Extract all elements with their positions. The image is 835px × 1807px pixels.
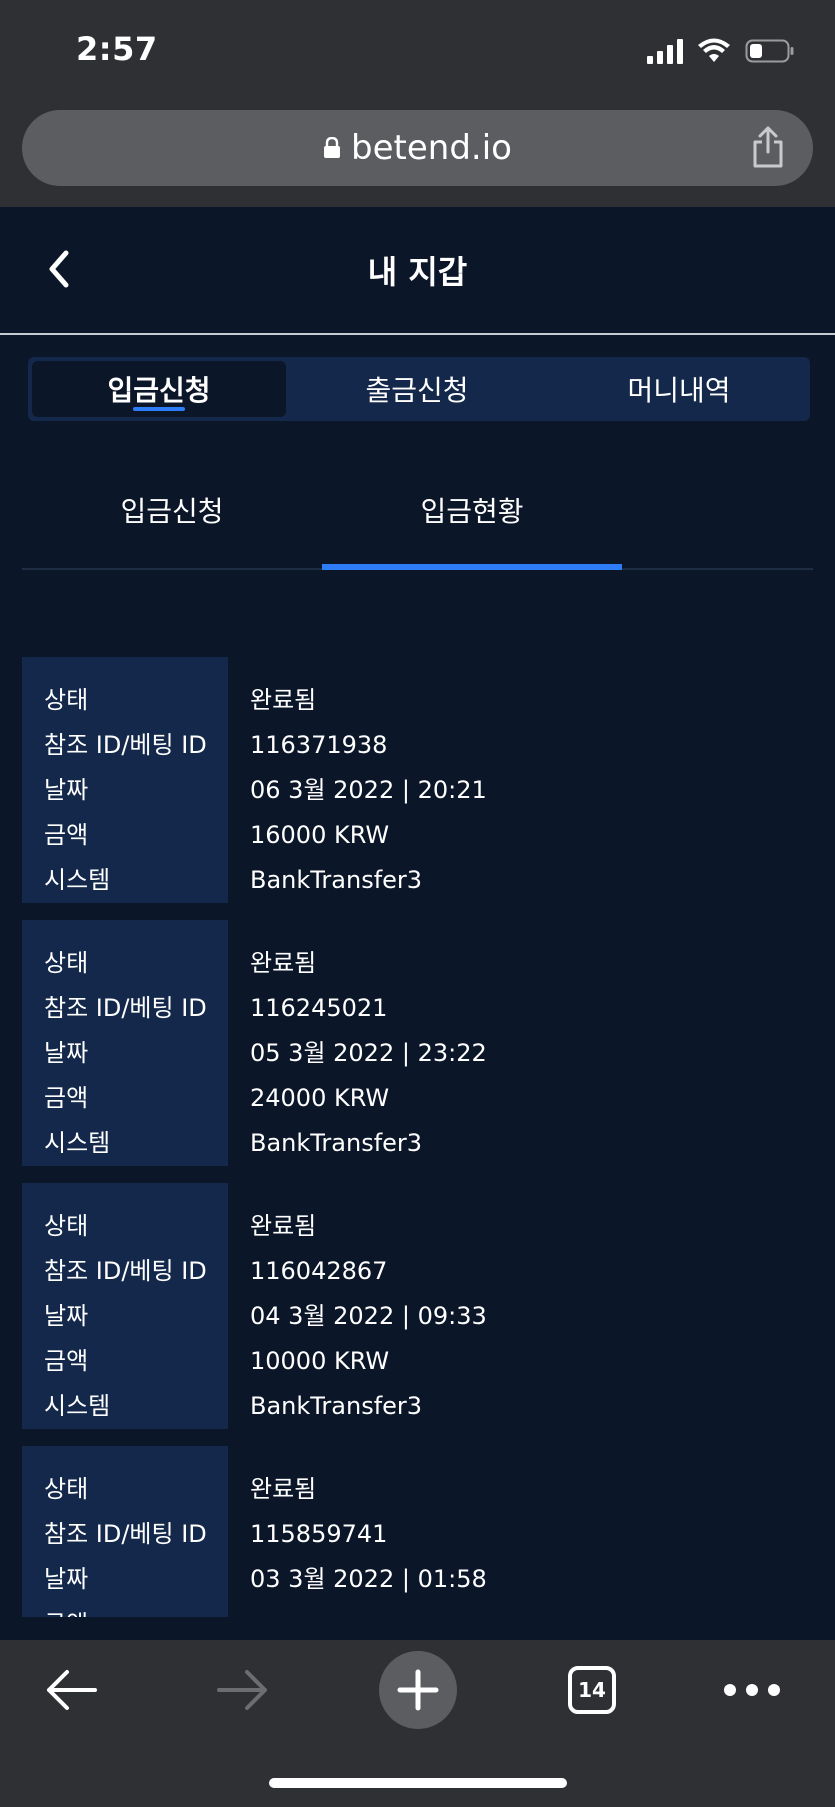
- label-ref-id: 참조 ID/베팅 ID: [44, 994, 207, 1022]
- value-amount: 16000 KRW: [250, 821, 390, 849]
- deposit-card: 상태 참조 ID/베팅 ID 날짜 금액 시스템 완료됨 115859741 0…: [22, 1446, 813, 1617]
- cellular-signal-icon: [647, 38, 683, 64]
- value-date: 03 3월 2022 | 01:58: [250, 1565, 487, 1593]
- url-text-container: betend.io: [22, 110, 813, 186]
- card-labels: 상태 참조 ID/베팅 ID 날짜 금액 시스템: [22, 1446, 228, 1617]
- subtab-deposit-status[interactable]: 입금현황: [322, 480, 622, 570]
- status-time: 2:57: [76, 30, 158, 68]
- value-ref-id: 116042867: [250, 1257, 388, 1285]
- tab-label: 출금신청: [365, 374, 469, 407]
- page-title: 내 지갑: [367, 253, 468, 291]
- label-status: 상태: [44, 1475, 89, 1503]
- browser-forward-button[interactable]: [208, 1640, 278, 1740]
- label-ref-id: 참조 ID/베팅 ID: [44, 1520, 207, 1548]
- deposit-list: 상태 참조 ID/베팅 ID 날짜 금액 시스템 완료됨 116371938 0…: [22, 657, 813, 1617]
- url-bar[interactable]: betend.io: [22, 110, 813, 186]
- lock-icon: [324, 137, 341, 158]
- label-date: 날짜: [44, 1039, 89, 1067]
- value-date: 05 3월 2022 | 23:22: [250, 1039, 487, 1067]
- tabs-count-icon: 14: [568, 1666, 616, 1714]
- subtab-label: 입금현황: [420, 495, 524, 528]
- wifi-icon: [698, 38, 730, 62]
- label-system: 시스템: [44, 1129, 111, 1157]
- tabs-button[interactable]: 14: [566, 1640, 618, 1740]
- value-status: 완료됨: [250, 686, 317, 714]
- plus-icon: [379, 1651, 457, 1729]
- subtab-deposit-request[interactable]: 입금신청: [22, 480, 322, 568]
- value-status: 완료됨: [250, 1475, 317, 1503]
- label-amount: 금액: [44, 1609, 228, 1617]
- card-values: 완료됨 116042867 04 3월 2022 | 09:33 10000 K…: [228, 1183, 487, 1429]
- deposit-card: 상태 참조 ID/베팅 ID 날짜 금액 시스템 완료됨 116042867 0…: [22, 1183, 813, 1429]
- label-status: 상태: [44, 1212, 89, 1240]
- url-text: betend.io: [351, 128, 512, 168]
- value-system: BankTransfer3: [250, 1392, 423, 1420]
- label-status: 상태: [44, 686, 89, 714]
- active-subtab-indicator: [322, 564, 622, 570]
- tab-label: 입금신청: [107, 374, 211, 407]
- home-indicator: [269, 1778, 567, 1788]
- new-tab-button[interactable]: [378, 1640, 458, 1740]
- label-amount: 금액: [44, 1347, 89, 1375]
- tab-money-history[interactable]: 머니내역: [548, 357, 810, 421]
- value-amount: 24000 KRW: [250, 1084, 390, 1112]
- more-button[interactable]: [720, 1640, 784, 1740]
- value-status: 완료됨: [250, 949, 317, 977]
- value-date: 04 3월 2022 | 09:33: [250, 1302, 487, 1330]
- label-date: 날짜: [44, 776, 89, 804]
- app-header: 내 지갑: [0, 207, 835, 335]
- browser-top-chrome: 2:57 betend.io: [0, 0, 835, 207]
- deposit-card: 상태 참조 ID/베팅 ID 날짜 금액 시스템 완료됨 116371938 0…: [22, 657, 813, 903]
- value-system: BankTransfer3: [250, 866, 423, 894]
- label-ref-id: 참조 ID/베팅 ID: [44, 1257, 207, 1285]
- value-amount: 10000 KRW: [250, 1347, 390, 1375]
- label-system: 시스템: [44, 866, 111, 894]
- value-date: 06 3월 2022 | 20:21: [250, 776, 487, 804]
- label-amount: 금액: [44, 1084, 89, 1112]
- value-ref-id: 116371938: [250, 731, 388, 759]
- label-date: 날짜: [44, 1302, 89, 1330]
- card-values: 완료됨 116371938 06 3월 2022 | 20:21 16000 K…: [228, 657, 487, 903]
- tab-withdraw-request[interactable]: 출금신청: [286, 357, 548, 421]
- label-system: 시스템: [44, 1392, 111, 1420]
- arrow-left-icon: [47, 1670, 97, 1710]
- label-status: 상태: [44, 949, 89, 977]
- tab-deposit-request[interactable]: 입금신청: [32, 361, 286, 417]
- value-system: BankTransfer3: [250, 1129, 423, 1157]
- deposit-card: 상태 참조 ID/베팅 ID 날짜 금액 시스템 완료됨 116245021 0…: [22, 920, 813, 1166]
- more-dots-icon: [724, 1684, 780, 1696]
- sub-tabs: 입금신청 입금현황: [22, 480, 813, 570]
- share-icon[interactable]: [751, 126, 785, 168]
- label-date: 날짜: [44, 1565, 89, 1593]
- subtab-label: 입금신청: [120, 495, 224, 528]
- battery-icon: [745, 39, 794, 63]
- status-icons: [647, 38, 795, 64]
- value-status: 완료됨: [250, 1212, 317, 1240]
- value-ref-id: 115859741: [250, 1520, 388, 1548]
- card-labels: 상태 참조 ID/베팅 ID 날짜 금액 시스템: [22, 920, 228, 1166]
- value-amount: [250, 1609, 487, 1617]
- card-labels: 상태 참조 ID/베팅 ID 날짜 금액 시스템: [22, 657, 228, 903]
- card-labels: 상태 참조 ID/베팅 ID 날짜 금액 시스템: [22, 1183, 228, 1429]
- tab-label: 머니내역: [627, 374, 731, 407]
- main-tabs: 입금신청 출금신청 머니내역: [28, 357, 810, 421]
- active-tab-indicator: [133, 407, 185, 411]
- label-ref-id: 참조 ID/베팅 ID: [44, 731, 207, 759]
- label-amount: 금액: [44, 821, 89, 849]
- browser-back-button[interactable]: [36, 1640, 106, 1740]
- arrow-right-icon: [217, 1670, 267, 1710]
- value-ref-id: 116245021: [250, 994, 388, 1022]
- card-values: 완료됨 116245021 05 3월 2022 | 23:22 24000 K…: [228, 920, 487, 1166]
- card-values: 완료됨 115859741 03 3월 2022 | 01:58: [228, 1446, 487, 1617]
